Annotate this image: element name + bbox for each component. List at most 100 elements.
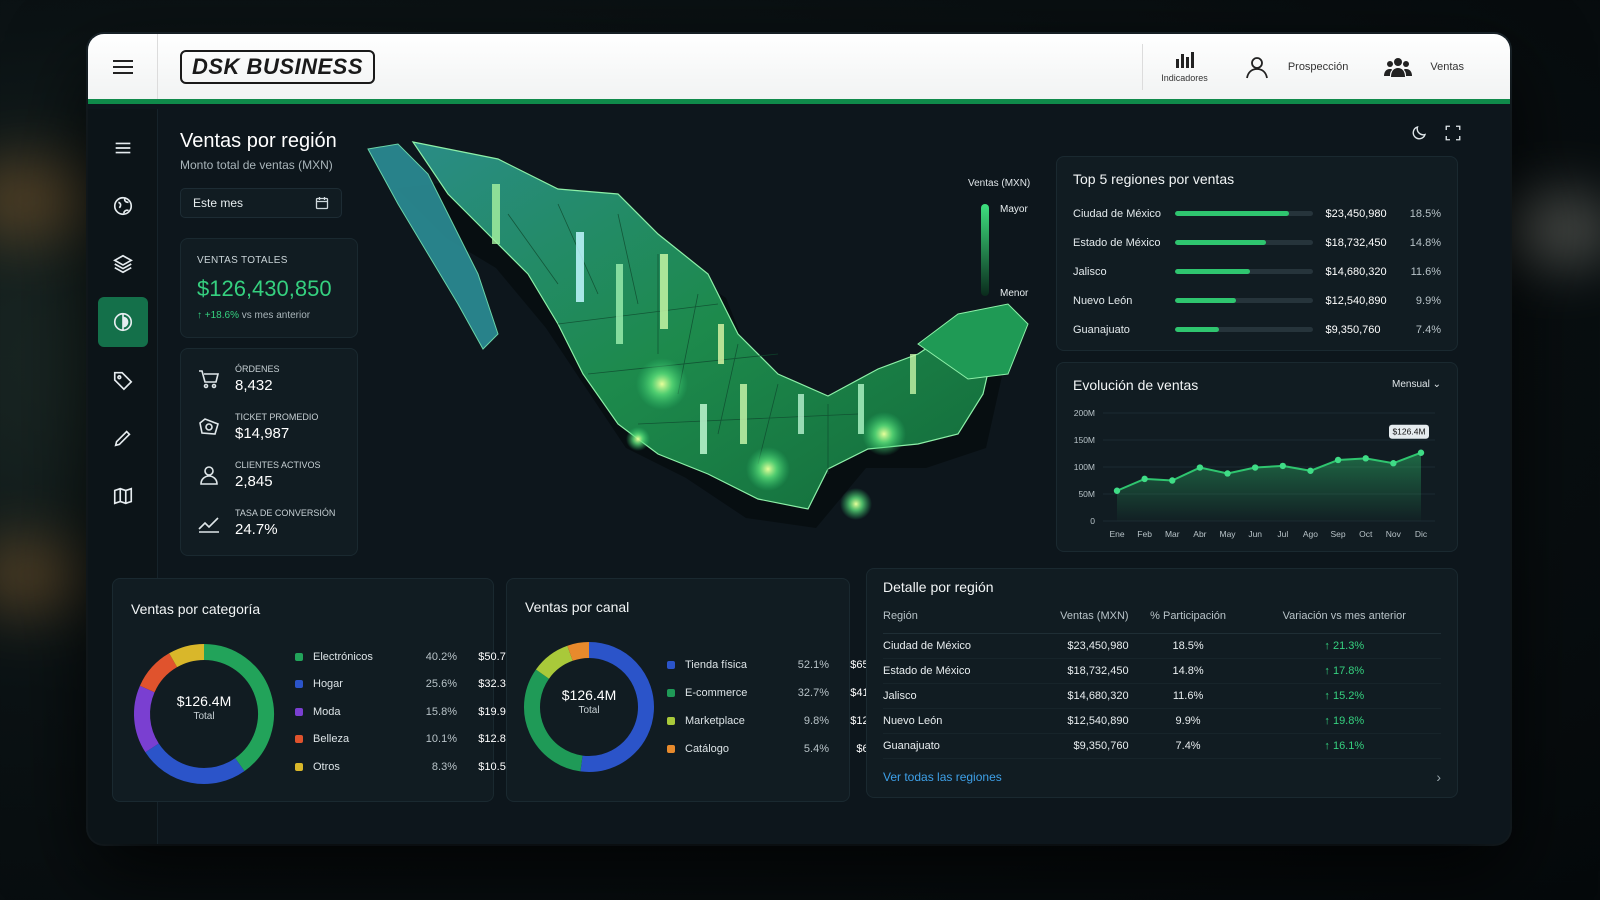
data-point[interactable]	[1362, 455, 1369, 462]
top5-row[interactable]: Nuevo León $12,540,890 9.9%	[1073, 286, 1441, 315]
legend-pct: 15.8%	[425, 705, 457, 718]
table-row[interactable]: Nuevo León $12,540,890 9.9% ↑ 19.8%	[883, 708, 1441, 734]
channel-donut-center: $126.4M Total	[519, 687, 659, 716]
donut-slice[interactable]	[169, 644, 205, 668]
data-point[interactable]	[1169, 477, 1176, 484]
cell-share: 7.4%	[1128, 733, 1248, 759]
cell-variation: ↑ 19.8%	[1247, 708, 1441, 734]
donut-slice[interactable]	[535, 645, 574, 680]
legend-swatch	[295, 680, 303, 689]
sidebar-item-tags[interactable]	[98, 355, 148, 405]
detail-footer: Ver todas las regiones ›	[883, 769, 1441, 785]
nav-prospeccion[interactable]: Prospección	[1226, 54, 1367, 80]
kpi-delta-suffix: vs mes anterior	[241, 310, 311, 321]
cell-share: 18.5%	[1128, 633, 1248, 659]
legend-swatch	[295, 652, 303, 661]
kpi-total-sales: VENTAS TOTALES $126,430,850 ↑ +18.6% vs …	[180, 238, 358, 338]
top-menu-button[interactable]	[88, 34, 158, 99]
channel-legend: Tienda física52.1%$65.8ME-commerce32.7%$…	[667, 651, 887, 763]
channel-title: Ventas por canal	[525, 599, 630, 615]
mexico-sales-map[interactable]	[358, 134, 1038, 564]
map-legend-low: Menor	[1000, 288, 1029, 299]
top5-row[interactable]: Jalisco $14,680,320 11.6%	[1073, 257, 1441, 286]
category-donut-center: $126.4M Total	[129, 693, 279, 722]
kpi-delta-value: +18.6%	[204, 310, 239, 321]
map-legend-title: Ventas (MXN)	[968, 178, 1031, 189]
legend-swatch	[295, 735, 303, 744]
data-point[interactable]	[1334, 456, 1342, 464]
cell-sales: $14,680,320	[1021, 683, 1129, 709]
all-regions-link[interactable]: Ver todas las regiones	[883, 770, 1002, 784]
fullscreen-button[interactable]	[1444, 124, 1462, 142]
sidebar-item-menu[interactable]	[98, 123, 148, 173]
pencil-icon	[114, 430, 131, 447]
col-variation: Variación vs mes anterior	[1247, 599, 1441, 634]
data-point[interactable]	[1141, 475, 1148, 483]
nav-ventas[interactable]: Ventas	[1366, 56, 1482, 78]
category-center-label: Total	[193, 711, 215, 722]
data-point[interactable]	[1113, 487, 1121, 494]
data-point[interactable]	[1390, 460, 1397, 467]
x-tick-label: May	[1220, 529, 1237, 539]
top5-amount: $12,540,890	[1325, 294, 1387, 307]
data-point[interactable]	[1279, 462, 1287, 470]
cell-sales: $9,350,760	[1021, 733, 1129, 759]
legend-item: Hogar 25.6% $32.3M	[295, 671, 515, 699]
top5-bar-track	[1175, 211, 1314, 216]
kpi-delta: ↑ +18.6% vs mes anterior	[197, 310, 341, 321]
top5-pct: 7.4%	[1415, 323, 1441, 336]
top5-row[interactable]: Guanajuato $9,350,760 7.4%	[1073, 315, 1441, 344]
data-point[interactable]	[1417, 449, 1425, 456]
date-filter-value: Este mes	[193, 196, 244, 210]
sidebar-item-map[interactable]	[98, 471, 148, 521]
table-row[interactable]: Guanajuato $9,350,760 7.4% ↑ 16.1%	[883, 733, 1441, 759]
top5-region: Jalisco	[1073, 265, 1107, 278]
table-row[interactable]: Jalisco $14,680,320 11.6% ↑ 15.2%	[883, 683, 1441, 709]
stat-conversion: TASA DE CONVERSIÓN 24.7%	[197, 499, 341, 547]
cell-region: Jalisco	[883, 683, 1022, 709]
channel-center-label: Total	[578, 705, 600, 716]
stat-label: TICKET PROMEDIO	[235, 412, 319, 422]
top5-row[interactable]: Ciudad de México $23,450,980 18.5%	[1073, 199, 1441, 228]
data-point[interactable]	[1224, 470, 1231, 477]
chevron-right-icon[interactable]: ›	[1436, 769, 1441, 785]
data-point[interactable]	[1251, 464, 1259, 471]
legend-item: Marketplace9.8%$12.4M	[667, 707, 887, 735]
sidebar-item-edit[interactable]	[98, 413, 148, 463]
sidebar-item-overview[interactable]	[98, 297, 148, 347]
donut-slice[interactable]	[139, 653, 178, 693]
legend-pct: 40.2%	[425, 650, 457, 663]
data-point[interactable]	[1307, 467, 1314, 474]
map-legend-scale	[981, 204, 989, 296]
trend-icon	[198, 517, 219, 533]
donut-slice[interactable]	[567, 642, 590, 661]
top5-bar-fill	[1175, 240, 1267, 245]
channel-panel: Ventas por canal $126.4M Total Tienda fí…	[506, 578, 887, 802]
legend-swatch	[667, 745, 675, 753]
users-icon	[1384, 57, 1413, 77]
period-select[interactable]: Mensual ⌄	[1392, 379, 1441, 390]
table-row[interactable]: Estado de México $18,732,450 14.8% ↑ 17.8%	[883, 658, 1441, 684]
legend-name: Belleza	[313, 733, 350, 746]
legend-name: Catálogo	[685, 743, 730, 755]
top5-bar-fill	[1175, 327, 1220, 332]
date-filter[interactable]: Este mes	[180, 188, 342, 218]
x-tick-label: Ene	[1109, 529, 1124, 539]
sidebar-item-globe[interactable]	[98, 181, 148, 231]
data-point[interactable]	[1196, 464, 1204, 471]
donut-slice[interactable]	[145, 743, 245, 784]
sidebar-item-layers[interactable]	[98, 239, 148, 289]
stat-ticket: TICKET PROMEDIO $14,987	[197, 403, 341, 451]
legend-swatch	[667, 717, 675, 725]
top5-region: Estado de México	[1073, 236, 1161, 249]
top5-row[interactable]: Estado de México $18,732,450 14.8%	[1073, 228, 1441, 257]
top5-amount: $9,350,760	[1325, 323, 1381, 336]
table-row[interactable]: Ciudad de México $23,450,980 18.5% ↑ 21.3%	[883, 633, 1441, 659]
top5-pct: 9.9%	[1415, 294, 1441, 307]
nav-indicadores[interactable]: Indicadores	[1142, 43, 1226, 90]
legend-swatch	[667, 689, 675, 697]
legend-pct: 5.4%	[803, 743, 829, 755]
dark-mode-button[interactable]	[1410, 124, 1428, 142]
category-title: Ventas por categoría	[131, 601, 261, 617]
top5-pct: 11.6%	[1410, 265, 1441, 278]
